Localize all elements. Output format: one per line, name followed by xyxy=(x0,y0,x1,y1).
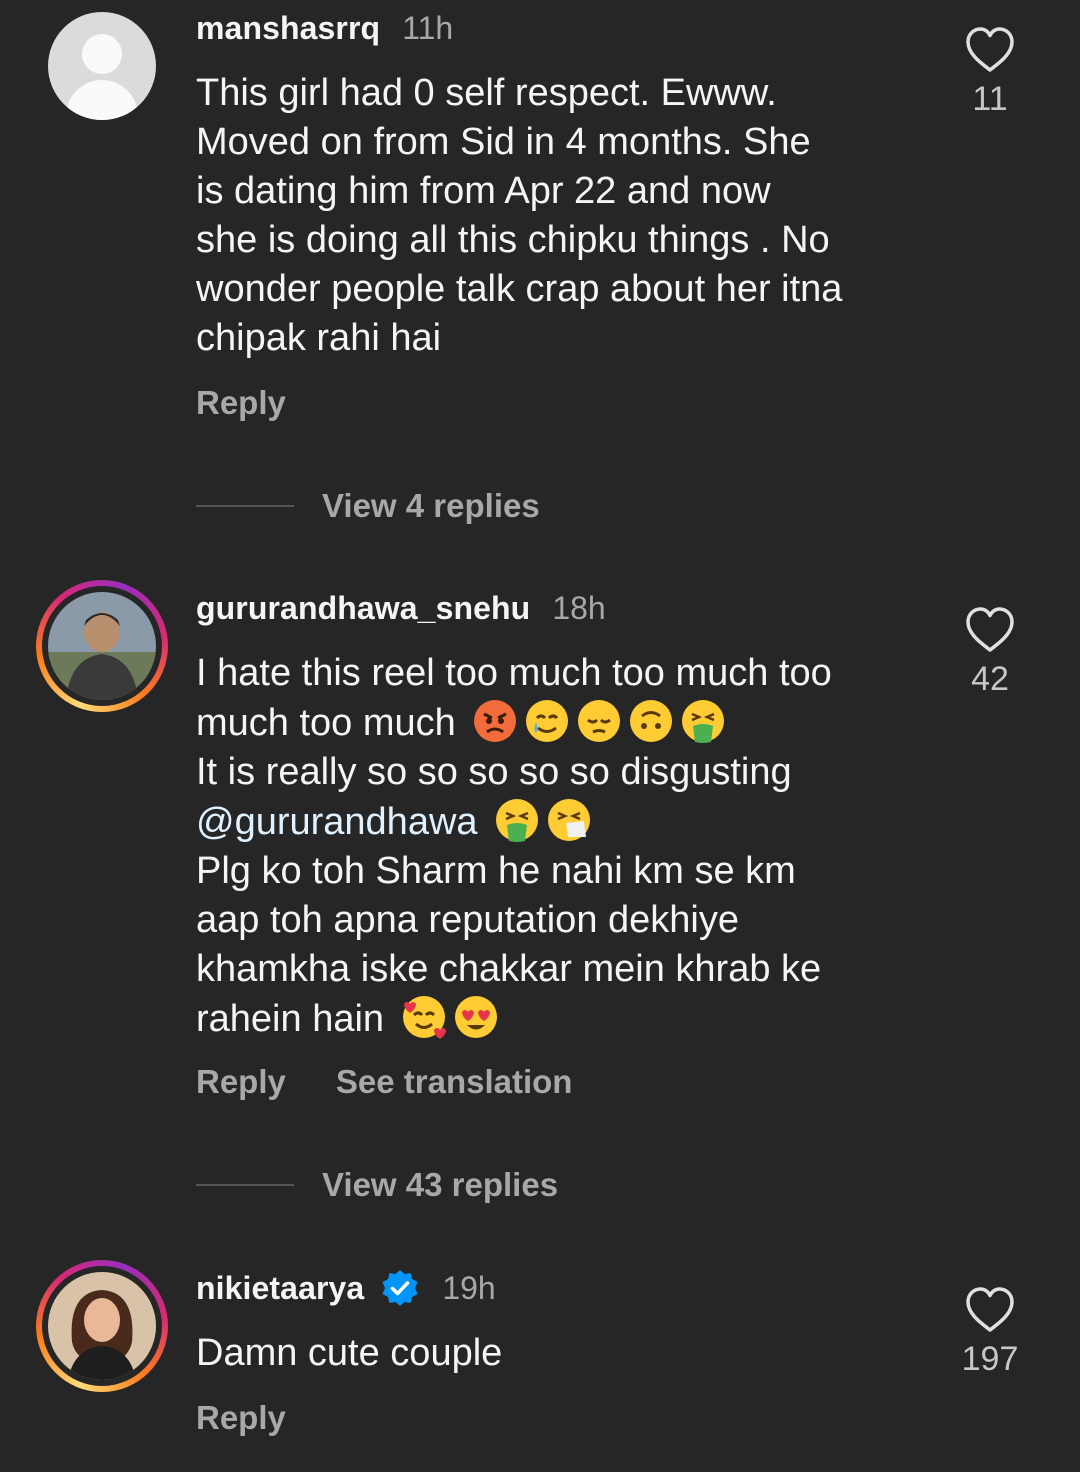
like-control: 42 xyxy=(950,606,1030,699)
default-avatar-icon[interactable] xyxy=(48,12,156,120)
comment-text-line: rahein hain xyxy=(196,994,936,1044)
reply-button[interactable]: Reply xyxy=(196,1399,286,1437)
upside-down-face-icon xyxy=(630,700,673,742)
mention-link[interactable]: @gururandhawa xyxy=(196,801,478,843)
comment-text-line: chipak rahi hai xyxy=(196,317,442,359)
comment-text-line: This girl had 0 self respect. Ewww. xyxy=(196,72,777,114)
comments-list: manshasrrq 11h This girl had 0 self resp… xyxy=(0,0,1080,1472)
comment-actions: Reply xyxy=(196,1396,336,1440)
comment-text-line: she is doing all this chipku things . No xyxy=(196,219,830,261)
divider-line xyxy=(196,505,294,507)
heart-eyes-face-icon xyxy=(454,996,497,1038)
like-count: 197 xyxy=(961,1340,1019,1378)
like-count: 42 xyxy=(971,660,1009,698)
see-translation-button[interactable]: See translation xyxy=(336,1063,573,1101)
sneezing-face-icon xyxy=(548,799,591,841)
comment-username[interactable]: gururandhawa_snehu xyxy=(196,590,530,627)
view-replies-button[interactable]: View 43 replies xyxy=(196,1163,558,1207)
comment-username[interactable]: manshasrrq xyxy=(196,10,380,47)
comment-text: Damn cute couple xyxy=(196,1329,936,1378)
comment-text-line: is dating him from Apr 22 and now xyxy=(196,170,771,212)
avatar-photo xyxy=(48,1272,156,1380)
like-control: 11 xyxy=(950,26,1030,119)
reply-button[interactable]: Reply xyxy=(196,1063,286,1101)
comment-text-line: wonder people talk crap about her itna xyxy=(196,268,843,310)
comment-time: 18h xyxy=(552,589,606,626)
avatar[interactable] xyxy=(36,580,168,712)
comment-text-line: aap toh apna reputation dekhiye xyxy=(196,899,739,941)
comment-text-line: Damn cute couple xyxy=(196,1332,503,1374)
heart-outline-icon[interactable] xyxy=(964,606,1016,654)
like-control: 197 xyxy=(950,1286,1030,1379)
comment-username[interactable]: nikietaarya xyxy=(196,1270,364,1307)
comment-text-line: @gururandhawa xyxy=(196,797,936,847)
comment-text-line: Moved on from Sid in 4 months. She xyxy=(196,121,811,163)
reply-button[interactable]: Reply xyxy=(196,384,286,422)
avatar-photo xyxy=(48,592,156,700)
avatar[interactable] xyxy=(36,1260,168,1392)
comment-time: 11h xyxy=(402,9,454,46)
vomiting-face-icon xyxy=(496,799,539,842)
pensive-face-icon xyxy=(578,700,621,742)
comment-text-line: much too much xyxy=(196,698,936,748)
view-replies-label: View 4 replies xyxy=(322,487,540,524)
comment-text-line: I hate this reel too much too much too xyxy=(196,652,832,694)
comment-text: I hate this reel too much too much too m… xyxy=(196,649,936,1044)
angry-face-icon xyxy=(474,700,517,742)
heart-outline-icon[interactable] xyxy=(964,26,1016,74)
comment-meta: manshasrrq 11h xyxy=(196,8,453,48)
like-count: 11 xyxy=(972,80,1008,118)
comment-meta: nikietaarya 19h xyxy=(196,1268,496,1308)
heart-outline-icon[interactable] xyxy=(964,1286,1016,1334)
comment-time: 19h xyxy=(442,1269,496,1306)
divider-line xyxy=(196,1184,294,1186)
smiling-face-with-hearts-icon xyxy=(402,996,446,1039)
vomiting-face-icon xyxy=(682,700,725,743)
comment-text-line: Plg ko toh Sharm he nahi km se km xyxy=(196,850,796,892)
view-replies-button[interactable]: View 4 replies xyxy=(196,484,540,528)
comment-actions: Reply See translation xyxy=(196,1060,622,1104)
smiling-tear-face-icon xyxy=(526,700,569,742)
view-replies-label: View 43 replies xyxy=(322,1166,559,1203)
comment-text-line: khamkha iske chakkar mein khrab ke xyxy=(196,948,822,990)
comment-text-line: It is really so so so so so disgusting xyxy=(196,751,792,793)
comment-text: This girl had 0 self respect. Ewww. Move… xyxy=(196,69,936,363)
verified-badge-icon xyxy=(382,1270,418,1306)
comment-meta: gururandhawa_snehu 18h xyxy=(196,588,606,628)
comment-actions: Reply xyxy=(196,381,336,425)
